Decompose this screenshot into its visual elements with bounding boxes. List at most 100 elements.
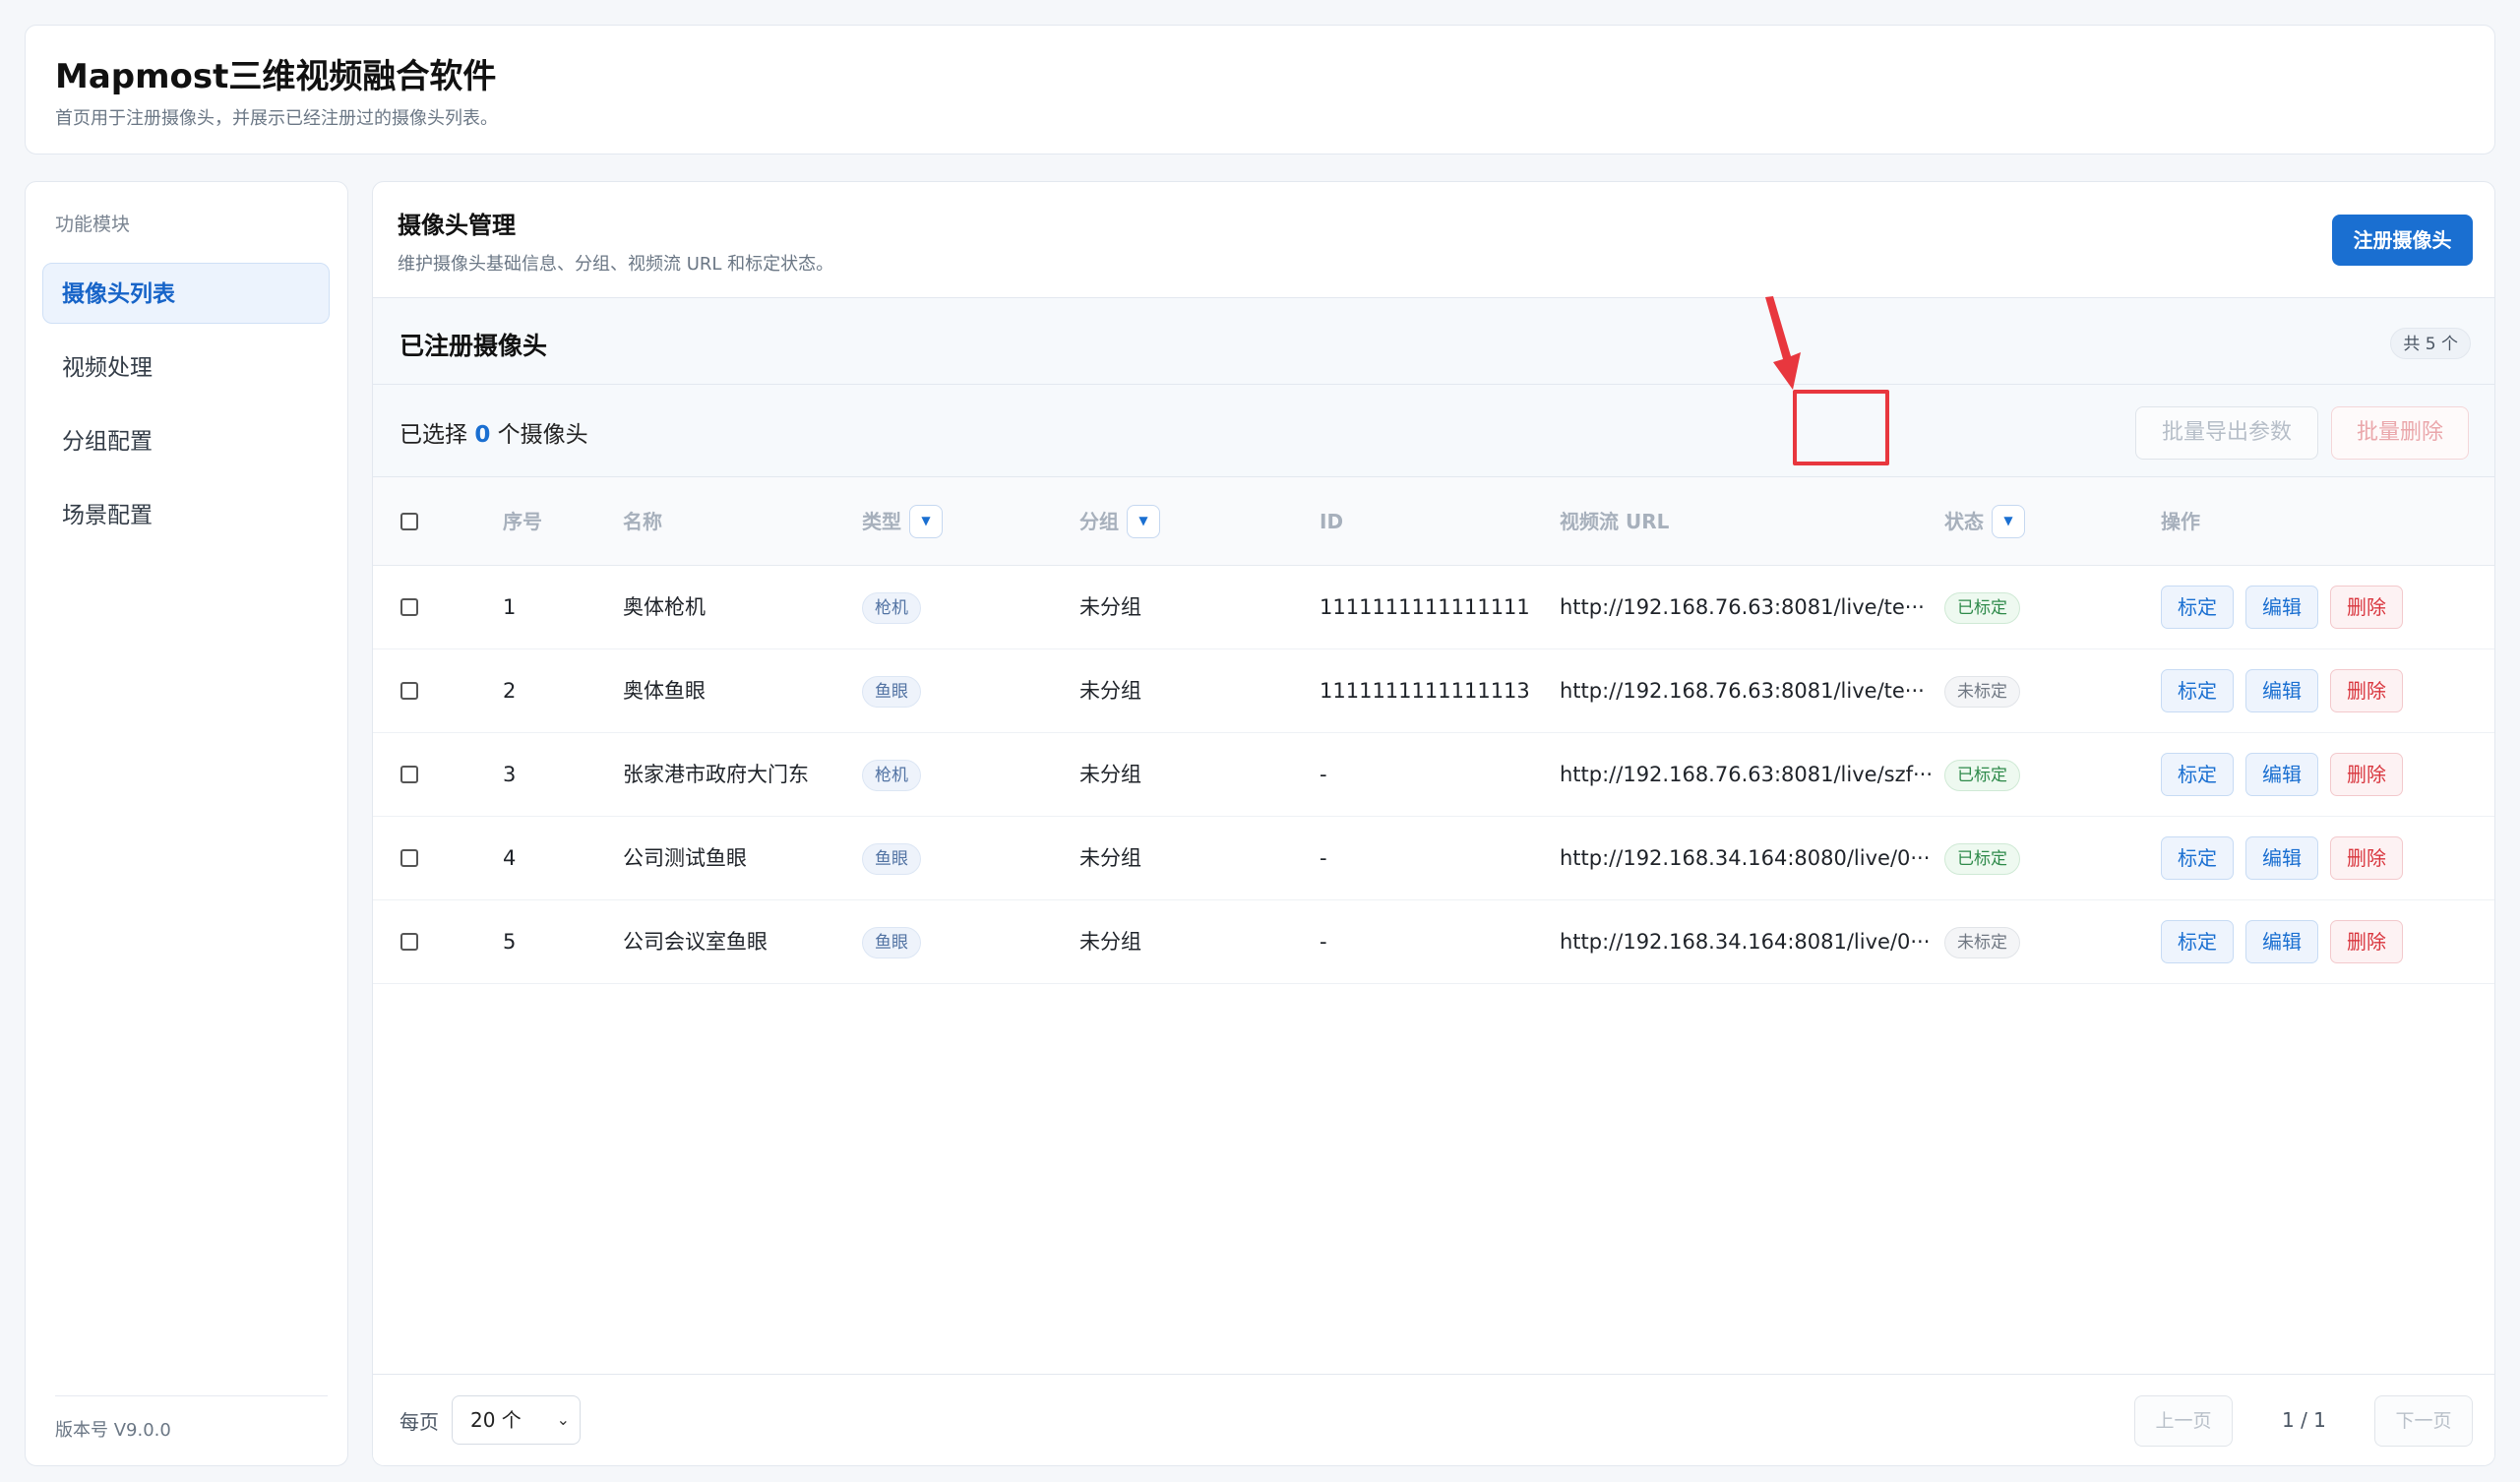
cell-url: http://192.168.34.164:8081/live/0··· <box>1560 930 1931 954</box>
per-page-select[interactable]: 20 个 ⌄ <box>452 1395 581 1445</box>
cell-type: 鱼眼 <box>862 900 921 984</box>
cell-name: 公司会议室鱼眼 <box>623 930 768 954</box>
cell-id: 1111111111111113 <box>1320 679 1530 703</box>
annotation-highlight-box <box>1793 390 1889 465</box>
type-tag: 枪机 <box>862 760 921 791</box>
row-checkbox[interactable] <box>400 933 418 951</box>
group-filter-dropdown-icon[interactable]: ▼ <box>1127 504 1160 538</box>
cell-id: - <box>1320 930 1327 954</box>
cell-index: 5 <box>503 930 517 954</box>
calibrate-button[interactable]: 标定 <box>2161 586 2234 629</box>
header-name: 名称 <box>623 510 662 533</box>
header-group-label: 分组 <box>1079 510 1119 533</box>
header-type-label: 类型 <box>862 510 901 533</box>
sidebar-item-camera-list[interactable]: 摄像头列表 <box>42 263 330 324</box>
edit-button[interactable]: 编辑 <box>2245 669 2318 712</box>
cell-group: 未分组 <box>1079 595 1141 619</box>
register-camera-button[interactable]: 注册摄像头 <box>2332 215 2473 266</box>
edit-button[interactable]: 编辑 <box>2245 920 2318 963</box>
management-title: 摄像头管理 <box>398 212 516 239</box>
cell-url: http://192.168.76.63:8081/live/te··· <box>1560 679 1925 703</box>
cell-index: 1 <box>503 595 517 619</box>
row-checkbox[interactable] <box>400 598 418 616</box>
count-badge: 共 5 个 <box>2390 328 2471 359</box>
edit-button[interactable]: 编辑 <box>2245 836 2318 880</box>
row-checkbox[interactable] <box>400 766 418 783</box>
cell-index: 2 <box>503 679 517 703</box>
sidebar-item-group-config[interactable]: 分组配置 <box>42 410 330 471</box>
cell-status: 已标定 <box>1944 817 2020 900</box>
type-tag: 鱼眼 <box>862 843 921 875</box>
prev-page-button[interactable]: 上一页 <box>2134 1395 2233 1447</box>
cell-url: http://192.168.76.63:8081/live/szf··· <box>1560 763 1934 786</box>
cell-name: 公司测试鱼眼 <box>623 846 747 870</box>
delete-button[interactable]: 删除 <box>2330 753 2403 796</box>
cell-name: 奥体枪机 <box>623 595 706 619</box>
selection-suffix: 个摄像头 <box>497 422 588 448</box>
next-page-button[interactable]: 下一页 <box>2374 1395 2473 1447</box>
cell-url: http://192.168.76.63:8081/live/te··· <box>1560 595 1925 619</box>
camera-table: 序号 名称 类型 ▼ 分组 ▼ ID 视频流 URL 状态 ▼ 操作 1 奥体枪机 枪… <box>373 477 2494 984</box>
per-page-value: 20 个 <box>470 1408 522 1432</box>
delete-button[interactable]: 删除 <box>2330 586 2403 629</box>
selection-prefix: 已选择 <box>400 422 467 448</box>
main-panel: 摄像头管理 维护摄像头基础信息、分组、视频流 URL 和标定状态。 注册摄像头 … <box>372 181 2495 1466</box>
table-row: 1 奥体枪机 枪机 未分组 1111111111111111 http://19… <box>373 566 2494 649</box>
camera-management-header: 摄像头管理 维护摄像头基础信息、分组、视频流 URL 和标定状态。 注册摄像头 <box>373 182 2494 298</box>
type-tag: 枪机 <box>862 592 921 624</box>
calibrate-button[interactable]: 标定 <box>2161 836 2234 880</box>
header-id: ID <box>1320 510 1344 533</box>
cell-group: 未分组 <box>1079 763 1141 786</box>
cell-index: 4 <box>503 846 517 870</box>
per-page-label: 每页 <box>400 1410 439 1434</box>
cell-type: 枪机 <box>862 566 921 649</box>
header-index: 序号 <box>503 510 542 533</box>
selection-text: 已选择 0 个摄像头 <box>400 415 588 449</box>
header-status: 状态 ▼ <box>1944 477 2025 566</box>
status-badge: 未标定 <box>1944 676 2020 708</box>
calibrate-button[interactable]: 标定 <box>2161 920 2234 963</box>
cell-type: 鱼眼 <box>862 649 921 733</box>
calibrate-button[interactable]: 标定 <box>2161 753 2234 796</box>
cell-status: 已标定 <box>1944 733 2020 817</box>
table-row: 4 公司测试鱼眼 鱼眼 未分组 - http://192.168.34.164:… <box>373 817 2494 900</box>
sidebar-divider <box>55 1395 328 1396</box>
row-checkbox[interactable] <box>400 849 418 867</box>
app-title: Mapmost三维视频融合软件 <box>55 57 497 96</box>
selection-count: 0 <box>474 422 491 448</box>
table-row: 3 张家港市政府大门东 枪机 未分组 - http://192.168.76.6… <box>373 733 2494 817</box>
cell-url: http://192.168.34.164:8080/live/0··· <box>1560 846 1931 870</box>
sidebar-item-scene-config[interactable]: 场景配置 <box>42 484 330 545</box>
status-badge: 已标定 <box>1944 760 2020 791</box>
status-badge: 已标定 <box>1944 843 2020 875</box>
edit-button[interactable]: 编辑 <box>2245 586 2318 629</box>
cell-type: 鱼眼 <box>862 817 921 900</box>
delete-button[interactable]: 删除 <box>2330 669 2403 712</box>
cell-status: 已标定 <box>1944 566 2020 649</box>
table-row: 5 公司会议室鱼眼 鱼眼 未分组 - http://192.168.34.164… <box>373 900 2494 984</box>
sidebar-nav: 摄像头列表 视频处理 分组配置 场景配置 <box>42 263 330 558</box>
chevron-down-icon: ⌄ <box>556 1410 570 1429</box>
cell-status: 未标定 <box>1944 900 2020 984</box>
app-subtitle: 首页用于注册摄像头，并展示已经注册过的摄像头列表。 <box>55 108 498 129</box>
status-filter-dropdown-icon[interactable]: ▼ <box>1992 504 2025 538</box>
selection-bar: 已选择 0 个摄像头 批量导出参数 批量删除 <box>373 385 2494 477</box>
batch-delete-button[interactable]: 批量删除 <box>2331 406 2469 460</box>
row-checkbox[interactable] <box>400 682 418 700</box>
calibrate-button[interactable]: 标定 <box>2161 669 2234 712</box>
edit-button[interactable]: 编辑 <box>2245 753 2318 796</box>
sidebar-item-video-processing[interactable]: 视频处理 <box>42 337 330 398</box>
select-all-checkbox[interactable] <box>400 513 418 530</box>
management-description: 维护摄像头基础信息、分组、视频流 URL 和标定状态。 <box>398 254 834 275</box>
cell-group: 未分组 <box>1079 679 1141 703</box>
delete-button[interactable]: 删除 <box>2330 920 2403 963</box>
header-type: 类型 ▼ <box>862 477 943 566</box>
type-tag: 鱼眼 <box>862 676 921 708</box>
type-filter-dropdown-icon[interactable]: ▼ <box>909 504 943 538</box>
cell-id: 1111111111111111 <box>1320 595 1530 619</box>
header-group: 分组 ▼ <box>1079 477 1160 566</box>
delete-button[interactable]: 删除 <box>2330 836 2403 880</box>
app-header: Mapmost三维视频融合软件 首页用于注册摄像头，并展示已经注册过的摄像头列表… <box>25 25 2495 154</box>
batch-export-button[interactable]: 批量导出参数 <box>2135 406 2318 460</box>
status-badge: 已标定 <box>1944 592 2020 624</box>
